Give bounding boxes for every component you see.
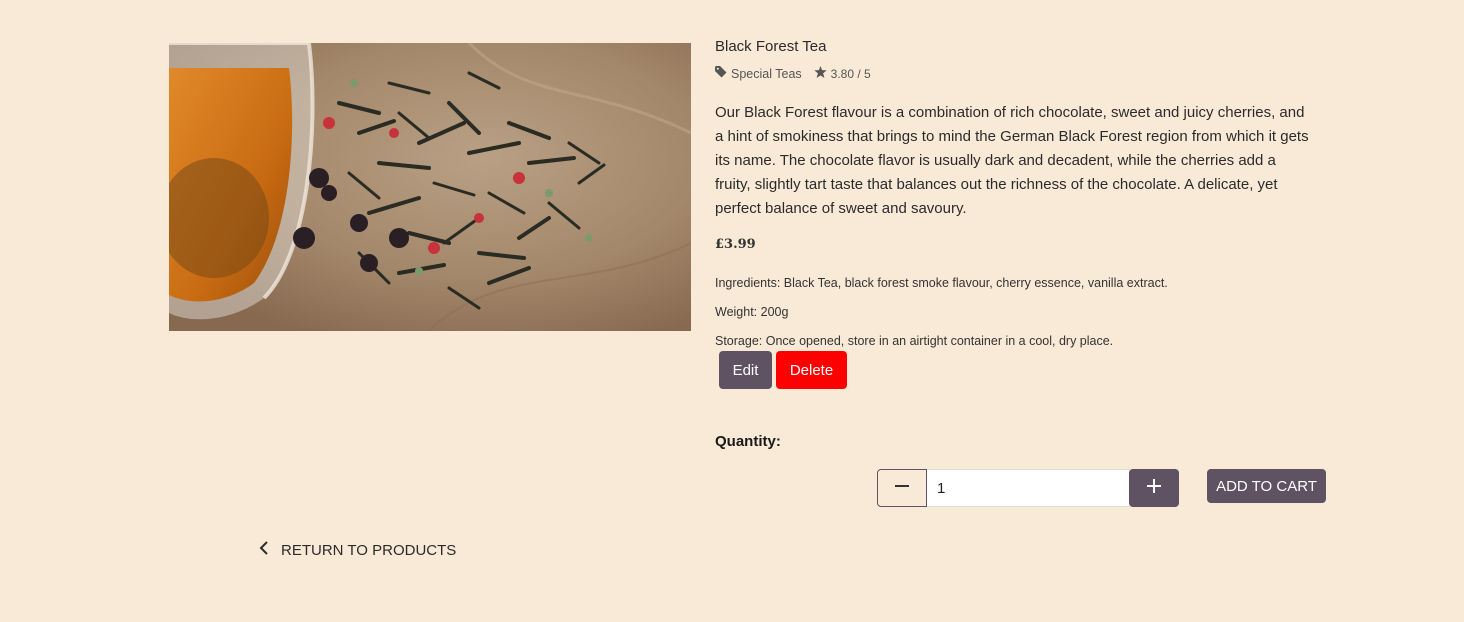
quantity-input[interactable]: [927, 469, 1130, 507]
ingredients: Ingredients: Black Tea, black forest smo…: [715, 276, 1168, 290]
storage: Storage: Once opened, store in an airtig…: [715, 334, 1114, 348]
product-title: Black Forest Tea: [715, 38, 827, 55]
delete-button[interactable]: Delete: [776, 351, 847, 389]
product-image: [169, 43, 691, 331]
star-icon: [813, 66, 827, 81]
category-link[interactable]: Special Teas: [731, 67, 802, 81]
return-to-products-link[interactable]: RETURN TO PRODUCTS: [259, 541, 456, 559]
increment-button[interactable]: [1129, 469, 1179, 507]
rating: 3.80 / 5: [830, 66, 871, 81]
plus-icon: [1147, 478, 1161, 498]
return-label: RETURN TO PRODUCTS: [281, 541, 457, 559]
add-to-cart-button[interactable]: ADD TO CART: [1207, 469, 1326, 503]
quantity-label: Quantity:: [715, 433, 781, 450]
product-description: Our Black Forest flavour is a combinatio…: [715, 104, 1309, 217]
tag-icon: [715, 66, 727, 81]
edit-button[interactable]: Edit: [719, 351, 772, 389]
chevron-left-icon: [259, 541, 269, 559]
product-meta: Special Teas 3.80 / 5: [715, 66, 871, 81]
product-price: £3.99: [715, 237, 756, 252]
decrement-button[interactable]: [877, 469, 927, 507]
weight: Weight: 200g: [715, 305, 789, 319]
minus-icon: [895, 479, 909, 498]
